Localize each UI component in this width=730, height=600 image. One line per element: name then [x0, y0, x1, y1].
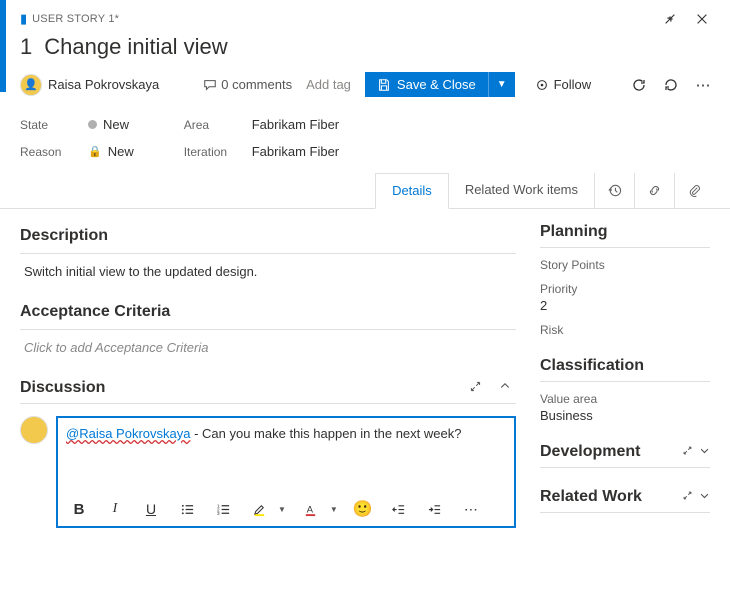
comment-icon — [203, 78, 217, 92]
work-item-type-label: USER STORY 1* — [32, 13, 119, 25]
planning-heading: Planning — [540, 223, 710, 248]
priority-field[interactable]: 2 — [540, 298, 710, 313]
decrease-indent-button[interactable] — [388, 498, 410, 520]
mention-link[interactable]: @Raisa Pokrovskaya — [66, 426, 190, 441]
discussion-comment-editor[interactable]: @Raisa Pokrovskaya - Can you make this h… — [56, 416, 516, 528]
font-color-button[interactable]: A — [300, 498, 322, 520]
highlight-button[interactable] — [248, 498, 270, 520]
work-item-id: 1 — [20, 34, 32, 60]
chevron-down-icon[interactable]: ▼ — [330, 505, 338, 514]
area-field[interactable]: Fabrikam Fiber — [252, 117, 339, 132]
follow-label: Follow — [554, 77, 592, 92]
acceptance-placeholder: Click to add Acceptance Criteria — [24, 340, 209, 355]
save-and-close-button[interactable]: Save & Close — [365, 72, 488, 97]
work-item-title[interactable]: Change initial view — [44, 34, 227, 60]
bold-button[interactable]: B — [68, 498, 90, 520]
comment-text-area[interactable]: @Raisa Pokrovskaya - Can you make this h… — [58, 418, 514, 492]
restore-size-button[interactable] — [658, 7, 682, 31]
related-work-expand-button[interactable] — [682, 490, 693, 504]
related-work-collapse-button[interactable] — [699, 490, 710, 504]
tab-details[interactable]: Details — [375, 173, 449, 209]
value-area-label: Value area — [540, 392, 710, 406]
comments-count[interactable]: 0 comments — [203, 77, 292, 92]
refresh-button[interactable] — [628, 74, 650, 96]
reason-label: Reason — [20, 145, 72, 159]
development-heading: Development — [540, 443, 710, 468]
area-value: Fabrikam Fiber — [252, 117, 339, 132]
more-actions-button[interactable]: ⋯ — [692, 74, 714, 96]
value-area-field[interactable]: Business — [540, 408, 710, 423]
close-button[interactable] — [690, 7, 714, 31]
avatar-icon: 👤 — [20, 74, 42, 96]
description-field[interactable]: Switch initial view to the updated desig… — [20, 254, 516, 299]
italic-button[interactable]: I — [104, 498, 126, 520]
iteration-field[interactable]: Fabrikam Fiber — [252, 144, 339, 159]
description-heading: Description — [20, 227, 516, 254]
follow-icon — [535, 78, 549, 92]
risk-label: Risk — [540, 323, 710, 337]
assignee-name: Raisa Pokrovskaya — [48, 77, 159, 92]
reason-field[interactable]: 🔒 New — [88, 144, 134, 159]
save-close-label: Save & Close — [397, 77, 476, 92]
iteration-value: Fabrikam Fiber — [252, 144, 339, 159]
state-label: State — [20, 118, 72, 132]
increase-indent-button[interactable] — [424, 498, 446, 520]
save-dropdown-button[interactable]: ▼ — [488, 72, 515, 97]
save-icon — [377, 78, 391, 92]
state-field[interactable]: New — [88, 117, 129, 132]
story-points-label: Story Points — [540, 258, 710, 272]
tab-related-work-items[interactable]: Related Work items — [449, 173, 594, 208]
attachments-tab-button[interactable] — [674, 173, 714, 208]
classification-heading: Classification — [540, 357, 710, 382]
iteration-label: Iteration — [184, 145, 236, 159]
history-tab-button[interactable] — [594, 173, 634, 208]
emoji-button[interactable]: 🙂 — [352, 498, 374, 520]
add-tag-button[interactable]: Add tag — [306, 77, 351, 92]
editor-more-button[interactable]: ⋯ — [460, 498, 482, 520]
user-story-icon: ▮ — [20, 11, 27, 27]
current-user-avatar — [20, 416, 48, 444]
bullet-list-button[interactable] — [176, 498, 198, 520]
acceptance-criteria-field[interactable]: Click to add Acceptance Criteria — [20, 330, 516, 375]
comments-label: 0 comments — [221, 77, 292, 92]
acceptance-criteria-heading: Acceptance Criteria — [20, 303, 516, 330]
svg-text:A: A — [307, 504, 314, 514]
discussion-heading: Discussion — [20, 379, 105, 397]
priority-label: Priority — [540, 282, 710, 296]
state-value: New — [103, 117, 129, 132]
discussion-collapse-button[interactable] — [494, 375, 516, 397]
development-expand-button[interactable] — [682, 445, 693, 459]
reason-value: New — [108, 144, 134, 159]
work-item-accent — [0, 0, 6, 92]
follow-button[interactable]: Follow — [529, 73, 598, 96]
chevron-down-icon[interactable]: ▼ — [278, 505, 286, 514]
svg-text:3: 3 — [216, 511, 219, 516]
area-label: Area — [184, 118, 236, 132]
links-tab-button[interactable] — [634, 173, 674, 208]
state-dot-icon — [88, 120, 97, 129]
discussion-expand-button[interactable] — [464, 375, 486, 397]
comment-text: - Can you make this happen in the next w… — [190, 426, 461, 441]
assigned-to-field[interactable]: 👤 Raisa Pokrovskaya — [20, 74, 159, 96]
development-collapse-button[interactable] — [699, 445, 710, 459]
lock-icon: 🔒 — [88, 145, 102, 158]
related-work-heading: Related Work — [540, 488, 710, 513]
numbered-list-button[interactable]: 123 — [212, 498, 234, 520]
revert-button[interactable] — [660, 74, 682, 96]
underline-button[interactable]: U — [140, 498, 162, 520]
